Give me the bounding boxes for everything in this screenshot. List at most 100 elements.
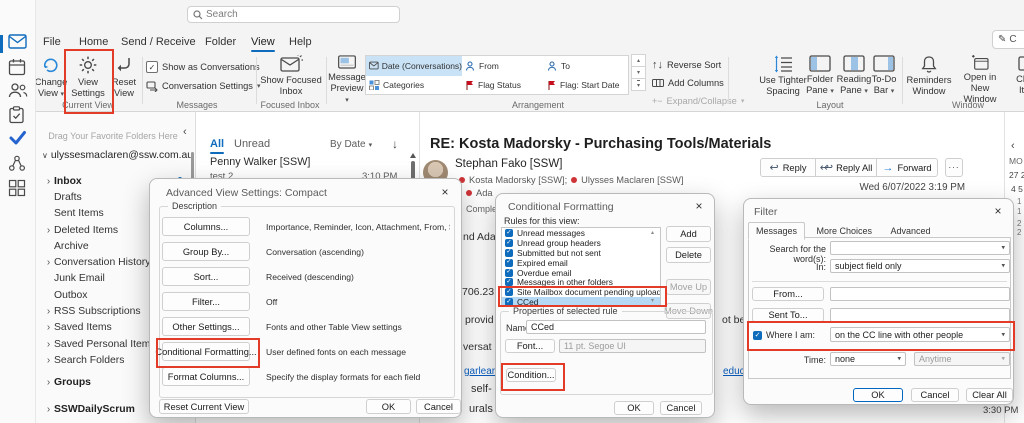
coming-soon-toggle[interactable]: ✎ C — [992, 30, 1024, 49]
menu-folder[interactable]: Folder — [202, 30, 239, 53]
list-scroll-up-icon[interactable]: ▴ — [651, 229, 654, 236]
org-chart-icon[interactable] — [8, 155, 28, 175]
menu-help[interactable]: Help — [286, 30, 315, 53]
expand-chevron-icon[interactable]: › — [43, 176, 54, 187]
gallery-item-flag-status[interactable]: Flag Status — [462, 76, 544, 96]
cancel-button[interactable]: Cancel — [911, 388, 959, 402]
menu-home[interactable]: Home — [76, 30, 111, 53]
rule-checkbox[interactable]: ✓ — [505, 229, 513, 237]
where-i-am-checkbox[interactable]: ✓ — [753, 331, 762, 340]
ok-button[interactable]: OK — [614, 401, 654, 415]
reply-all-button[interactable]: ↩↩Reply All — [815, 158, 877, 177]
calendar-week-row[interactable]: 27 28 — [1009, 170, 1024, 180]
rule-checkbox[interactable]: ✓ — [505, 278, 513, 286]
message-item-sender[interactable]: Penny Walker [SSW] — [210, 156, 310, 168]
rule-name-input[interactable]: CCed — [526, 320, 706, 334]
expand-chevron-icon[interactable]: › — [43, 306, 54, 317]
where-i-am-combo[interactable]: on the CC line with other people▾ — [830, 327, 1010, 342]
expand-chevron-icon[interactable]: › — [43, 377, 54, 388]
rule-checkbox[interactable]: ✓ — [505, 259, 513, 267]
gallery-more-button[interactable]: ▾ — [631, 78, 646, 91]
account-header[interactable]: ∨ ulyssesmaclaren@ssw.com.au — [42, 150, 192, 161]
todo-check-icon[interactable] — [8, 130, 28, 150]
avs-row-button[interactable]: Format Columns... — [162, 367, 250, 386]
gallery-item-flag-start-date[interactable]: Flag: Start Date — [544, 76, 628, 96]
gallery-item-date-conversations[interactable]: Date (Conversations) — [366, 56, 462, 76]
ok-button[interactable]: OK — [366, 399, 411, 414]
expand-chevron-icon[interactable]: › — [43, 322, 54, 333]
scrollbar-up-arrow-icon[interactable] — [410, 153, 416, 158]
recipient-name[interactable]: Kosta Madorsky [SSW]; — [469, 175, 567, 185]
view-settings-button[interactable]: View Settings — [68, 55, 108, 105]
font-button[interactable]: Font... — [505, 339, 555, 353]
reverse-sort-button[interactable]: ↑↓ Reverse Sort — [652, 58, 721, 72]
menu-view-active[interactable]: View — [248, 30, 278, 53]
avs-row-button[interactable]: Filter... — [162, 292, 250, 311]
avs-row-button[interactable]: Other Settings... — [162, 317, 250, 336]
cf-rule-item[interactable]: ✓Unread group headers — [502, 238, 660, 248]
menu-file[interactable]: File — [40, 30, 64, 53]
tasks-icon[interactable] — [8, 106, 28, 126]
todo-bar-button[interactable]: To-Do Bar ▾ — [868, 55, 900, 105]
avs-row-button[interactable]: Group By... — [162, 242, 250, 261]
recipient-name[interactable]: Ada — [476, 188, 493, 198]
time-combo[interactable]: none▾ — [830, 352, 906, 366]
rule-checkbox[interactable]: ✓ — [505, 269, 513, 277]
expand-collapse-button[interactable]: +− Expand/Collapse ▾ — [652, 94, 744, 108]
gallery-item-to[interactable]: To — [544, 56, 628, 76]
people-icon[interactable] — [8, 82, 28, 102]
in-combo[interactable]: subject field only▾ — [830, 259, 1010, 273]
rule-checkbox[interactable]: ✓ — [505, 239, 513, 247]
body-link-fragment[interactable]: garlear — [464, 366, 495, 377]
rule-checkbox[interactable]: ✓ — [505, 249, 513, 257]
apps-grid-icon[interactable] — [8, 179, 28, 199]
message-preview-button[interactable]: Message Preview ▾ — [328, 55, 366, 105]
reset-current-view-button[interactable]: Reset Current View — [159, 399, 249, 414]
expand-chevron-icon[interactable]: › — [43, 404, 54, 415]
cf-rule-item[interactable]: ✓Unread messages — [502, 228, 660, 238]
tab-messages[interactable]: Messages — [748, 222, 805, 240]
add-button[interactable]: Add — [666, 226, 711, 242]
body-link-fragment[interactable]: educ — [723, 366, 745, 377]
expand-chevron-icon[interactable]: › — [43, 257, 54, 268]
avs-row-button[interactable]: Conditional Formatting... — [162, 342, 250, 361]
reset-view-button[interactable]: Reset View — [108, 55, 140, 105]
folder-pane-button[interactable]: Folder Pane ▾ — [802, 55, 838, 105]
search-input[interactable]: Search — [187, 6, 400, 23]
sort-direction-icon[interactable]: ↓ — [392, 137, 398, 151]
cf-rule-item[interactable]: ✓Messages in other folders — [502, 277, 660, 287]
show-as-conversations-toggle[interactable]: ✓ Show as Conversations — [146, 60, 260, 74]
tab-all[interactable]: All — [210, 138, 224, 154]
gallery-item-categories[interactable]: Categories — [366, 76, 462, 96]
mail-icon[interactable] — [8, 34, 28, 54]
sent-to-button[interactable]: Sent To... — [752, 308, 824, 322]
ok-button[interactable]: OK — [853, 388, 903, 402]
close-icon[interactable]: × — [691, 198, 707, 214]
cf-rule-item[interactable]: ✓Expired email — [502, 258, 660, 268]
change-view-button[interactable]: Change View ▾ — [34, 55, 68, 105]
rule-checkbox[interactable]: ✓ — [505, 298, 513, 306]
search-words-combo[interactable]: ▾ — [830, 241, 1010, 255]
condition-button[interactable]: Condition... — [506, 368, 556, 382]
from-field[interactable] — [830, 287, 1010, 301]
avs-row-button[interactable]: Sort... — [162, 267, 250, 286]
forward-button[interactable]: →Forward — [876, 158, 938, 177]
calendar-week-row[interactable]: 4 5 — [1011, 184, 1023, 194]
from-button[interactable]: From... — [752, 287, 824, 301]
reading-pane-button[interactable]: Reading Pane ▾ — [836, 55, 872, 105]
avs-row-button[interactable]: Columns... — [162, 217, 250, 236]
add-columns-button[interactable]: Add Columns — [652, 76, 724, 90]
list-scroll-down-icon[interactable]: ▾ — [651, 297, 654, 304]
gallery-item-from[interactable]: From — [462, 56, 544, 76]
recipient-name[interactable]: Ulysses Maclaren [SSW] — [581, 175, 683, 185]
cf-rule-item[interactable]: ✓Site Mailbox document pending upload — [502, 287, 660, 297]
tab-unread[interactable]: Unread — [234, 138, 270, 150]
sent-to-field[interactable] — [830, 308, 1010, 322]
reply-button[interactable]: ↩Reply — [760, 158, 816, 177]
close-item-button[interactable]: Close Item — [1008, 55, 1024, 105]
more-actions-button[interactable]: ··· — [945, 158, 963, 177]
expand-chevron-icon[interactable]: › — [43, 225, 54, 236]
move-up-button[interactable]: Move Up — [666, 279, 711, 295]
expand-chevron-icon[interactable]: › — [43, 339, 54, 350]
close-icon[interactable]: × — [990, 203, 1006, 219]
